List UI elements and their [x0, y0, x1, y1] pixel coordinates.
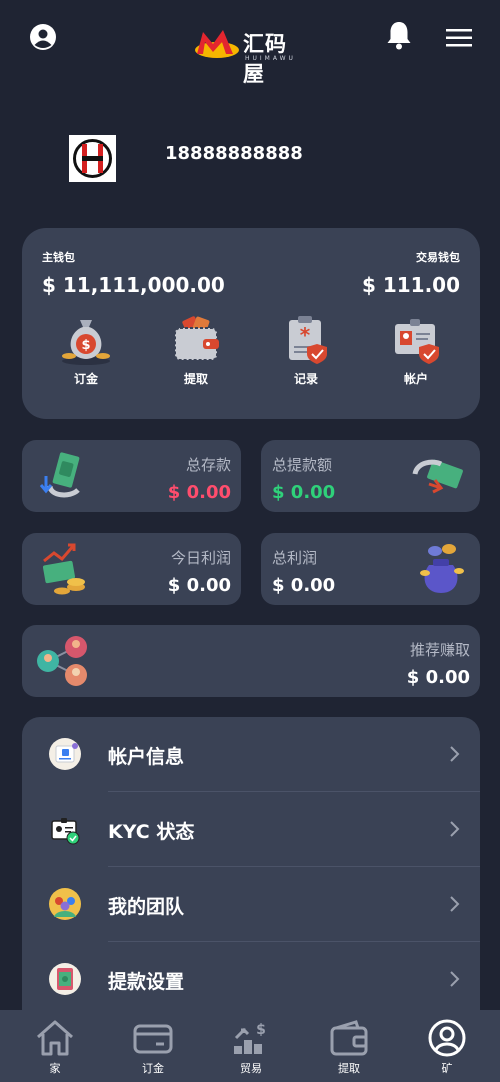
chevron-right-icon	[450, 746, 460, 762]
withdraw-money-icon	[412, 459, 463, 494]
deposit-action-label: 订金	[73, 372, 98, 386]
wallet-card: 主钱包 $ 11,111,000.00 交易钱包 $ 111.00 $ 订金 提…	[22, 228, 480, 419]
nav-label: 家	[49, 1062, 61, 1075]
svg-text:*: *	[300, 323, 311, 347]
bell-icon[interactable]	[386, 20, 412, 50]
nav-trade[interactable]: $ 贸易	[201, 1010, 301, 1082]
withdraw-action-label: 提取	[183, 372, 208, 386]
svg-text:$: $	[256, 1022, 266, 1038]
records-action-label: 记录	[293, 372, 318, 386]
referral-label: 推荐赚取	[409, 641, 470, 659]
menu-item-withdraw-settings[interactable]: 提款设置	[22, 942, 480, 1016]
menu-icon[interactable]	[446, 28, 472, 48]
total-profit-card[interactable]: 总利润 $ 0.00	[261, 533, 480, 605]
chevron-right-icon	[450, 896, 460, 912]
trade-wallet-value: $ 111.00	[361, 273, 460, 297]
referral-network-icon	[37, 636, 87, 686]
referral-value: $ 0.00	[406, 667, 470, 688]
team-icon	[49, 888, 81, 920]
menu-item-my-team[interactable]: 我的团队	[22, 867, 480, 941]
account-action-button[interactable]: 帐户	[376, 312, 456, 402]
total-profit-label: 总利润	[272, 549, 318, 567]
total-profit-value: $ 0.00	[272, 575, 336, 596]
settings-menu: 帐户信息 KYC 状态 我的团队 提款设置	[22, 717, 480, 1047]
nav-label: 订金	[142, 1062, 164, 1075]
account-action-label: 帐户	[403, 372, 428, 386]
trade-icon: $	[234, 1022, 266, 1054]
records-action-button[interactable]: * 记录	[266, 312, 346, 402]
avatar-logo-icon	[73, 139, 112, 178]
nav-label: 矿	[441, 1062, 453, 1075]
nav-home[interactable]: 家	[5, 1010, 105, 1082]
nav-withdraw[interactable]: 提取	[299, 1010, 399, 1082]
chevron-right-icon	[450, 821, 460, 837]
nav-deposit[interactable]: 订金	[103, 1010, 203, 1082]
trade-wallet-label: 交易钱包	[416, 251, 460, 264]
nav-label: 贸易	[240, 1062, 262, 1075]
deposit-action-button[interactable]: $ 订金	[46, 312, 126, 402]
coin-bag-icon	[420, 544, 464, 593]
referral-card[interactable]: 推荐赚取 $ 0.00	[22, 625, 480, 697]
total-deposit-card[interactable]: 总存款 $ 0.00	[22, 440, 241, 512]
menu-item-label: KYC 状态	[108, 821, 195, 843]
app-logo: 汇码屋 HUIMAWU	[193, 24, 308, 86]
wallet-icon	[330, 1020, 368, 1056]
today-profit-label: 今日利润	[170, 549, 231, 567]
menu-item-kyc-status[interactable]: KYC 状态	[22, 792, 480, 866]
user-circle-icon	[428, 1019, 466, 1057]
wallet-icon	[174, 316, 219, 361]
kyc-id-icon	[51, 818, 80, 845]
withdraw-settings-icon	[49, 963, 81, 995]
total-withdraw-card[interactable]: 总提款额 $ 0.00	[261, 440, 480, 512]
logo-mark-icon	[195, 30, 239, 58]
today-profit-card[interactable]: 今日利润 $ 0.00	[22, 533, 241, 605]
main-wallet-value: $ 11,111,000.00	[42, 273, 225, 297]
total-withdraw-value: $ 0.00	[272, 482, 336, 503]
nav-mine[interactable]: 矿	[397, 1010, 497, 1082]
menu-item-label: 帐户信息	[108, 746, 185, 768]
user-circle-icon[interactable]	[29, 23, 57, 51]
total-deposit-label: 总存款	[185, 456, 231, 474]
bottom-nav: 家 订金 $ 贸易 提取 矿	[0, 1010, 500, 1082]
home-icon	[37, 1020, 73, 1056]
svg-text:$: $	[81, 338, 90, 353]
menu-item-label: 我的团队	[108, 896, 185, 918]
main-wallet-label: 主钱包	[42, 251, 75, 264]
top-bar: 汇码屋 HUIMAWU	[0, 0, 500, 86]
menu-item-account-info[interactable]: 帐户信息	[22, 717, 480, 791]
logo-subtext: HUIMAWU	[245, 55, 296, 62]
menu-item-label: 提款设置	[108, 971, 185, 993]
deposit-money-icon	[39, 452, 80, 498]
total-deposit-value: $ 0.00	[167, 482, 231, 503]
profit-chart-icon	[42, 543, 85, 595]
account-info-icon	[49, 738, 81, 770]
card-icon	[133, 1024, 173, 1054]
withdraw-action-button[interactable]: 提取	[156, 312, 236, 402]
total-withdraw-label: 总提款额	[272, 456, 333, 474]
avatar[interactable]	[69, 135, 116, 182]
profile-phone: 18888888888	[165, 143, 303, 164]
clipboard-icon: *	[289, 316, 327, 364]
nav-label: 提取	[338, 1062, 360, 1075]
id-card-icon	[395, 319, 439, 364]
today-profit-value: $ 0.00	[167, 575, 231, 596]
chevron-right-icon	[450, 971, 460, 987]
money-bag-icon: $	[62, 320, 110, 365]
